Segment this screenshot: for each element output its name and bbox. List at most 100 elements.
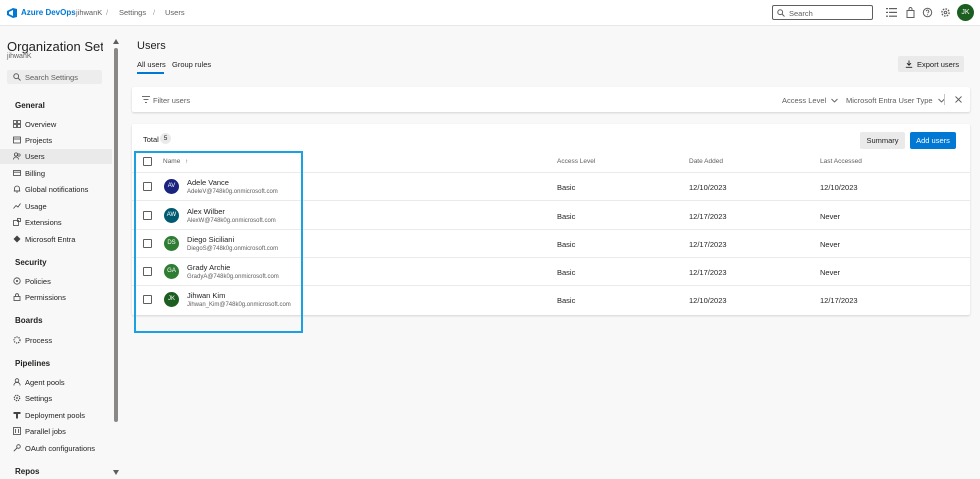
sidebar-item-extensions[interactable]: Extensions xyxy=(0,215,112,230)
breadcrumb-org[interactable]: jihwanK xyxy=(76,8,102,17)
sidebar-item-oauth-configurations[interactable]: OAuth configurations xyxy=(0,441,112,456)
date-added-cell: 12/17/2023 xyxy=(689,212,727,221)
date-added-cell: 12/10/2023 xyxy=(689,183,727,192)
close-icon[interactable] xyxy=(955,96,962,103)
azure-devops-logo[interactable] xyxy=(6,7,18,19)
section-security: Security xyxy=(15,258,47,267)
sidebar-item-label: Projects xyxy=(25,136,53,145)
chevron-down-icon xyxy=(831,98,839,103)
users-icon xyxy=(13,152,21,160)
export-users-button[interactable]: Export users xyxy=(898,56,964,72)
sidebar-item-deployment-pools[interactable]: Deployment pools xyxy=(0,408,112,423)
deployment-pools-icon xyxy=(13,412,21,419)
sidebar-item-billing[interactable]: Billing xyxy=(0,166,112,181)
search-icon xyxy=(13,73,21,81)
sidebar-item-label: Parallel jobs xyxy=(25,427,66,436)
sidebar-item-label: Agent pools xyxy=(25,378,65,387)
tab-group-rules[interactable]: Group rules xyxy=(172,60,211,69)
user-avatar[interactable]: JK xyxy=(957,4,974,21)
summary-button[interactable]: Summary xyxy=(860,132,905,149)
filter-icon xyxy=(142,96,150,103)
column-header-access-level[interactable]: Access Level xyxy=(557,158,595,165)
divider xyxy=(944,94,945,105)
user-type-dropdown[interactable]: Microsoft Entra User Type xyxy=(846,96,945,105)
date-added-cell: 12/17/2023 xyxy=(689,268,727,277)
search-placeholder: Search xyxy=(789,9,813,18)
billing-icon xyxy=(13,170,21,176)
bag-icon[interactable] xyxy=(905,7,916,18)
total-label: Total xyxy=(143,135,159,144)
sidebar-item-label: OAuth configurations xyxy=(25,444,96,453)
access-level-dropdown[interactable]: Access Level xyxy=(782,96,839,105)
sidebar-item-process[interactable]: Process xyxy=(0,333,112,348)
list-icon[interactable] xyxy=(886,7,897,18)
agent-pools-icon xyxy=(13,378,21,386)
sidebar-item-label: Permissions xyxy=(25,293,66,302)
sidebar-item-label: Deployment pools xyxy=(25,411,86,420)
tab-all-users[interactable]: All users xyxy=(137,60,166,69)
search-input[interactable]: Search xyxy=(772,5,873,20)
usage-icon xyxy=(13,203,21,209)
last-accessed-cell: 12/17/2023 xyxy=(820,296,858,305)
date-added-cell: 12/10/2023 xyxy=(689,296,727,305)
export-users-label: Export users xyxy=(917,60,960,69)
scroll-up-arrow-icon[interactable] xyxy=(113,39,119,44)
sidebar-item-usage[interactable]: Usage xyxy=(0,199,112,214)
sidebar-title: Organization Setti... xyxy=(7,39,103,54)
last-accessed-cell: 12/10/2023 xyxy=(820,183,858,192)
active-tab-indicator xyxy=(137,72,164,74)
sidebar-item-settings[interactable]: Settings xyxy=(0,391,112,406)
sidebar-item-label: Microsoft Entra xyxy=(25,235,76,244)
breadcrumb-separator: / xyxy=(153,8,156,17)
sidebar-item-agent-pools[interactable]: Agent pools xyxy=(0,375,112,390)
sidebar-item-global-notifications[interactable]: Global notifications xyxy=(0,182,112,197)
download-icon xyxy=(905,60,913,68)
access-level-cell: Basic xyxy=(557,296,576,305)
sidebar-subtitle: jihwanK xyxy=(7,53,32,60)
bell-icon xyxy=(13,185,21,193)
scroll-thumb[interactable] xyxy=(114,48,118,422)
breadcrumb-settings[interactable]: Settings xyxy=(119,8,146,17)
page-title: Users xyxy=(137,40,166,52)
sidebar-item-microsoft-entra[interactable]: Microsoft Entra xyxy=(0,232,112,247)
sidebar-item-label: Extensions xyxy=(25,218,62,227)
parallel-jobs-icon xyxy=(13,427,21,435)
section-boards: Boards xyxy=(15,316,43,325)
breadcrumb-separator: / xyxy=(106,8,109,17)
column-header-date-added[interactable]: Date Added xyxy=(689,158,723,165)
sidebar-scrollbar[interactable] xyxy=(113,38,119,479)
sidebar-item-projects[interactable]: Projects xyxy=(0,133,112,148)
scroll-down-arrow-icon[interactable] xyxy=(113,470,119,475)
sidebar-item-label: Process xyxy=(25,336,53,345)
sidebar-item-label: Overview xyxy=(25,120,57,129)
column-header-last-accessed[interactable]: Last Accessed xyxy=(820,158,862,165)
settings-icon[interactable] xyxy=(940,7,951,18)
extensions-icon xyxy=(13,218,21,226)
overview-icon xyxy=(13,120,21,128)
settings-search-input[interactable]: Search Settings xyxy=(7,70,102,84)
sidebar-item-label: Global notifications xyxy=(25,185,89,194)
date-added-cell: 12/17/2023 xyxy=(689,240,727,249)
sidebar-item-policies[interactable]: Policies xyxy=(0,274,112,289)
sidebar-item-users[interactable]: Users xyxy=(0,149,112,164)
sidebar-item-permissions[interactable]: Permissions xyxy=(0,290,112,305)
process-icon xyxy=(13,336,21,344)
access-level-cell: Basic xyxy=(557,240,576,249)
help-icon[interactable] xyxy=(922,7,933,18)
sidebar-item-label: Billing xyxy=(25,169,46,178)
last-accessed-cell: Never xyxy=(820,240,841,249)
policies-icon xyxy=(13,277,21,285)
brand-name[interactable]: Azure DevOps xyxy=(21,8,76,17)
access-level-cell: Basic xyxy=(557,183,576,192)
add-users-button[interactable]: Add users xyxy=(910,132,956,149)
breadcrumb-users[interactable]: Users xyxy=(165,8,185,17)
sidebar-item-overview[interactable]: Overview xyxy=(0,117,112,132)
search-icon xyxy=(777,9,785,17)
sidebar-item-label: Users xyxy=(25,152,45,161)
access-level-cell: Basic xyxy=(557,212,576,221)
sidebar-item-parallel-jobs[interactable]: Parallel jobs xyxy=(0,424,112,439)
sidebar-item-label: Policies xyxy=(25,277,51,286)
section-pipelines: Pipelines xyxy=(15,359,51,368)
gear-icon xyxy=(13,394,21,402)
filter-users-input[interactable]: Filter users xyxy=(153,96,190,105)
